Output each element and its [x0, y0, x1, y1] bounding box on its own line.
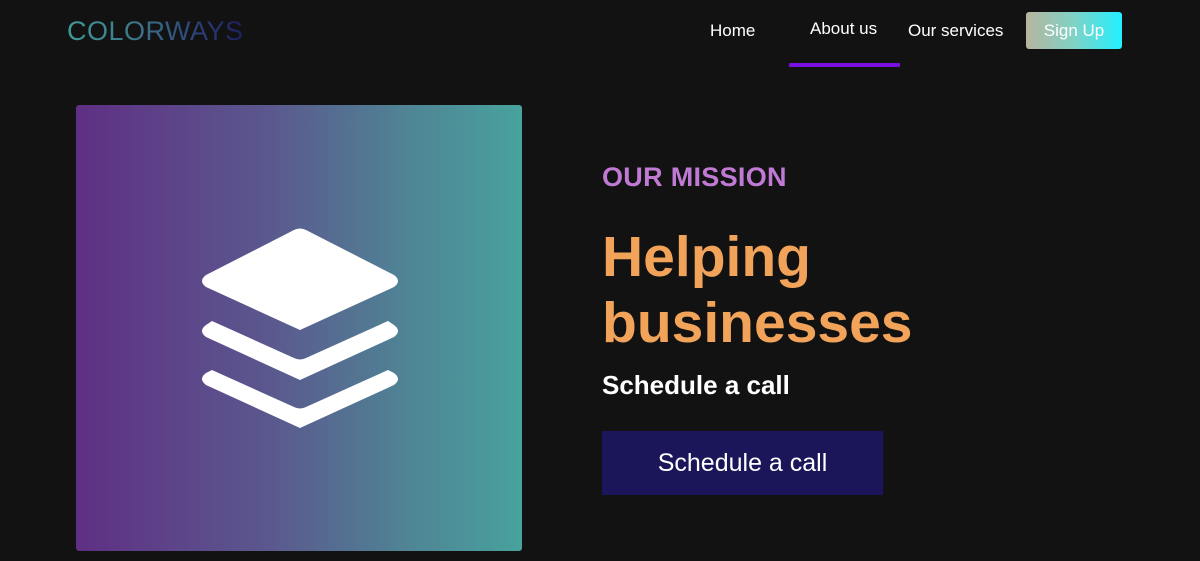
active-nav-indicator	[789, 63, 900, 67]
mission-eyebrow: OUR MISSION	[602, 162, 787, 192]
schedule-call-button[interactable]: Schedule a call	[602, 431, 883, 495]
top-navbar: COLORWAYS Home About us Our services Sig…	[0, 0, 1200, 70]
hero-headline: Helping businesses	[602, 225, 913, 355]
sign-up-button[interactable]: Sign Up	[1026, 12, 1122, 49]
nav-link-our-services[interactable]: Our services	[908, 21, 1003, 41]
brand-logo[interactable]: COLORWAYS	[67, 14, 244, 48]
layers-icon	[202, 228, 398, 428]
nav-link-about-us[interactable]: About us	[810, 19, 877, 39]
nav-link-home[interactable]: Home	[710, 21, 755, 41]
page: COLORWAYS Home About us Our services Sig…	[0, 0, 1200, 561]
hero-subheading: Schedule a call	[602, 370, 790, 400]
hero-image-panel	[76, 105, 522, 551]
